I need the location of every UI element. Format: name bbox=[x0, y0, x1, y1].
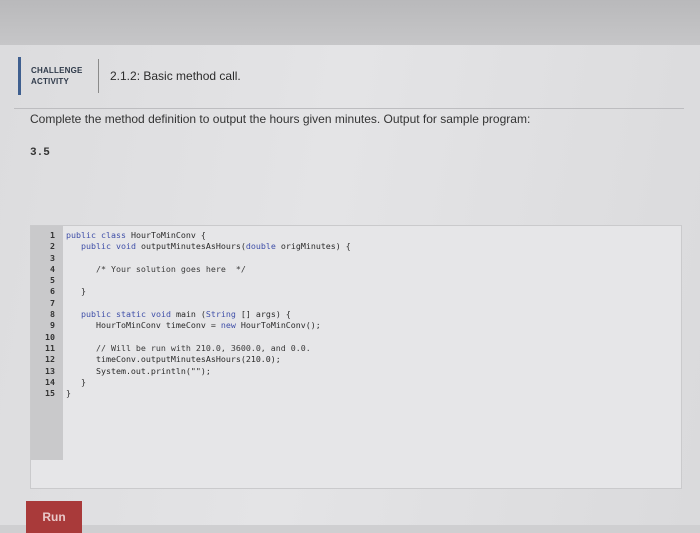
code-text[interactable]: /* Your solution goes here */ bbox=[66, 264, 246, 274]
line-number: 1 bbox=[50, 230, 55, 240]
activity-badge: CHALLENGE ACTIVITY bbox=[31, 65, 83, 87]
line-number: 14 bbox=[45, 376, 55, 387]
code-text[interactable]: // Will be run with 210.0, 3600.0, and 0… bbox=[66, 343, 311, 353]
activity-page: CHALLENGE ACTIVITY 2.1.2: Basic method c… bbox=[0, 45, 700, 533]
badge-line-2: ACTIVITY bbox=[31, 77, 70, 86]
code-editor[interactable]: 1 public class HourToMinConv {2 public vo… bbox=[30, 225, 682, 489]
code-text[interactable]: System.out.println(""); bbox=[66, 366, 211, 376]
code-text[interactable]: public class HourToMinConv { bbox=[66, 230, 206, 240]
code-line[interactable]: 3 bbox=[50, 253, 351, 264]
line-number: 10 bbox=[45, 331, 55, 342]
activity-title: 2.1.2: Basic method call. bbox=[110, 69, 241, 83]
code-line[interactable]: 7 bbox=[50, 298, 351, 309]
header-separator bbox=[98, 59, 99, 93]
code-line[interactable]: 13 System.out.println(""); bbox=[45, 366, 351, 377]
browser-top-strip bbox=[0, 0, 700, 45]
line-number: 13 bbox=[45, 365, 55, 376]
line-number: 12 bbox=[45, 354, 55, 365]
code-text[interactable]: } bbox=[66, 388, 71, 398]
sample-output: 3.5 bbox=[30, 147, 50, 159]
line-number: 5 bbox=[50, 275, 55, 286]
code-text[interactable]: HourToMinConv timeConv = new HourToMinCo… bbox=[66, 320, 321, 330]
line-number: 2 bbox=[50, 241, 55, 252]
code-line[interactable]: 2 public void outputMinutesAsHours(doubl… bbox=[50, 241, 351, 252]
code-area[interactable]: 1 public class HourToMinConv {2 public vo… bbox=[45, 230, 351, 399]
code-line[interactable]: 8 public static void main (String [] arg… bbox=[50, 309, 351, 320]
code-text[interactable]: } bbox=[66, 286, 86, 296]
code-line[interactable]: 10 bbox=[45, 332, 351, 343]
line-number: 7 bbox=[50, 297, 55, 308]
line-number: 6 bbox=[50, 286, 55, 297]
code-line[interactable]: 14 } bbox=[45, 377, 351, 388]
code-line[interactable]: 5 bbox=[50, 275, 351, 286]
code-line[interactable]: 15} bbox=[45, 388, 351, 399]
line-number: 8 bbox=[50, 309, 55, 320]
code-line[interactable]: 1 public class HourToMinConv { bbox=[50, 230, 351, 241]
line-number: 4 bbox=[50, 263, 55, 274]
accent-bar bbox=[18, 57, 21, 95]
activity-header: CHALLENGE ACTIVITY 2.1.2: Basic method c… bbox=[18, 57, 678, 97]
line-number: 11 bbox=[45, 342, 55, 353]
code-text[interactable]: timeConv.outputMinutesAsHours(210.0); bbox=[66, 354, 281, 364]
code-text[interactable]: public void outputMinutesAsHours(double … bbox=[66, 241, 351, 251]
badge-line-1: CHALLENGE bbox=[31, 66, 83, 75]
run-button[interactable]: Run bbox=[26, 501, 82, 533]
line-number: 9 bbox=[50, 320, 55, 331]
code-line[interactable]: 4 /* Your solution goes here */ bbox=[50, 264, 351, 275]
code-line[interactable]: 12 timeConv.outputMinutesAsHours(210.0); bbox=[45, 354, 351, 365]
code-line[interactable]: 6 } bbox=[50, 286, 351, 297]
header-divider bbox=[14, 108, 684, 109]
line-number: 15 bbox=[45, 388, 55, 399]
code-line[interactable]: 11 // Will be run with 210.0, 3600.0, an… bbox=[45, 343, 351, 354]
instructions-text: Complete the method definition to output… bbox=[30, 112, 531, 126]
code-line[interactable]: 9 HourToMinConv timeConv = new HourToMin… bbox=[50, 320, 351, 331]
code-text[interactable]: public static void main (String [] args)… bbox=[66, 309, 291, 319]
code-text[interactable]: } bbox=[66, 377, 86, 387]
line-number: 3 bbox=[50, 252, 55, 263]
